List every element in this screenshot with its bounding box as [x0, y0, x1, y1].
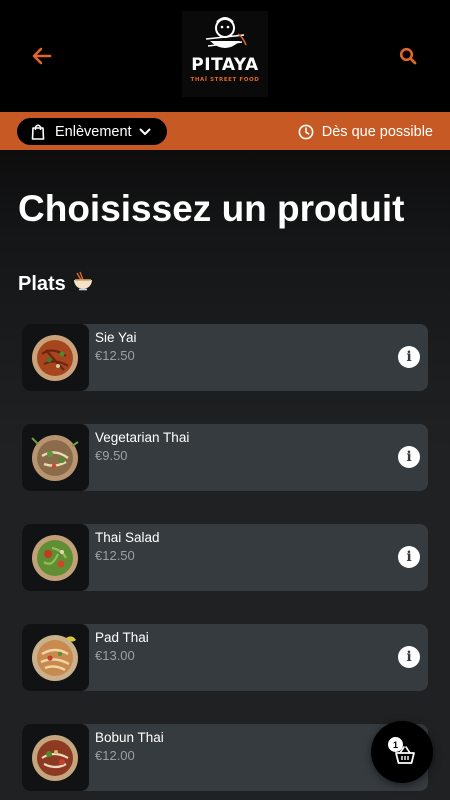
order-mode-select[interactable]: Enlèvement — [17, 118, 167, 145]
product-price: €12.50 — [95, 348, 135, 363]
logo-mark-icon — [205, 17, 247, 48]
top-bar: PITAYA THAÏ STREET FOOD — [0, 0, 450, 112]
info-icon: i — [406, 449, 412, 465]
info-button[interactable]: i — [398, 546, 420, 568]
product-image — [22, 524, 89, 591]
back-button[interactable] — [28, 42, 56, 70]
product-price: €13.00 — [95, 648, 135, 663]
product-image — [22, 724, 89, 791]
product-price: €12.50 — [95, 548, 135, 563]
product-card-thai-salad[interactable]: Thai Salad €12.50 i — [22, 524, 428, 591]
brand-name: PITAYA — [191, 55, 259, 75]
product-name: Sie Yai — [95, 330, 137, 345]
shopping-bag-icon — [31, 124, 45, 140]
product-card-bobun-thai[interactable]: Bobun Thai €12.00 — [22, 724, 428, 791]
product-price: €9.50 — [95, 448, 128, 463]
product-card-pad-thai[interactable]: Pad Thai €13.00 i — [22, 624, 428, 691]
cart-button[interactable]: 1 — [371, 721, 433, 783]
info-button[interactable]: i — [398, 446, 420, 468]
search-button[interactable] — [396, 44, 420, 68]
product-name: Thai Salad — [95, 530, 160, 545]
product-card-sie-yai[interactable]: Sie Yai €12.50 i — [22, 324, 428, 391]
brand-logo[interactable]: PITAYA THAÏ STREET FOOD — [182, 11, 268, 97]
product-image — [22, 424, 89, 491]
pickup-time-select[interactable]: Dès que possible — [298, 122, 433, 141]
section-title-label: Plats — [18, 272, 66, 295]
product-name: Pad Thai — [95, 630, 149, 645]
order-mode-label: Enlèvement — [55, 123, 132, 140]
product-image — [22, 324, 89, 391]
brand-tagline: THAÏ STREET FOOD — [190, 77, 260, 83]
page-title: Choisissez un produit — [18, 188, 405, 229]
section-title: Plats — [18, 270, 94, 298]
info-icon: i — [406, 349, 412, 365]
info-icon: i — [406, 549, 412, 565]
product-price: €12.00 — [95, 748, 135, 763]
info-icon: i — [406, 649, 412, 665]
product-name: Bobun Thai — [95, 730, 164, 745]
order-options-bar: Enlèvement Dès que possible — [0, 112, 450, 150]
noodle-bowl-icon — [72, 270, 94, 298]
product-image — [22, 624, 89, 691]
info-button[interactable]: i — [398, 346, 420, 368]
pickup-time-label: Dès que possible — [321, 123, 433, 140]
info-button[interactable]: i — [398, 646, 420, 668]
clock-icon — [298, 124, 314, 139]
product-card-vegetarian-thai[interactable]: Vegetarian Thai €9.50 i — [22, 424, 428, 491]
chevron-down-icon — [139, 128, 151, 135]
product-name: Vegetarian Thai — [95, 430, 190, 445]
arrow-left-icon — [32, 47, 52, 65]
cart-count-badge: 1 — [388, 737, 403, 752]
search-icon — [399, 47, 417, 65]
